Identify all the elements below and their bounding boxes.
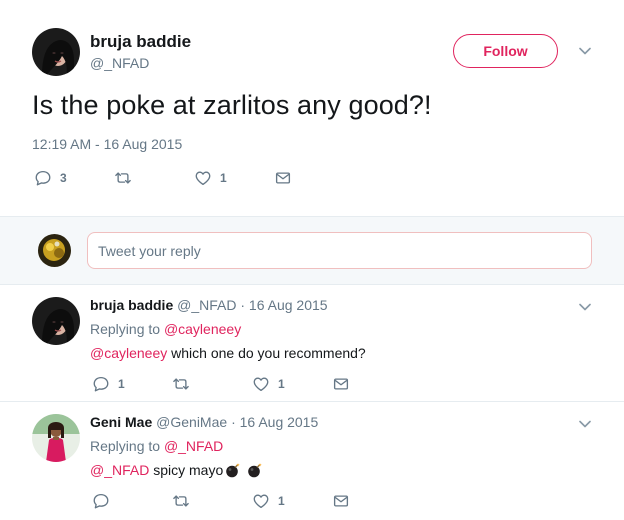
reply-icon	[92, 492, 110, 510]
direct-message-button[interactable]	[274, 169, 292, 187]
like-count: 1	[220, 171, 227, 185]
reply-text: @_NFAD spicy mayo	[90, 462, 263, 478]
avatar[interactable]	[32, 297, 80, 345]
mention-link[interactable]: @_NFAD	[90, 462, 149, 478]
like-button[interactable]: 1	[252, 492, 285, 510]
replying-to-mention[interactable]: @cayleneey	[164, 321, 241, 337]
chevron-down-icon	[579, 47, 591, 55]
heart-icon	[252, 492, 270, 510]
more-options-caret[interactable]	[578, 46, 592, 56]
retweet-button[interactable]	[114, 169, 140, 187]
mail-icon	[332, 375, 350, 393]
more-options-caret[interactable]	[578, 419, 592, 429]
replying-to: Replying to @cayleneey	[90, 321, 241, 337]
reply-button[interactable]: 1	[92, 375, 125, 393]
avatar[interactable]	[32, 414, 80, 462]
like-button[interactable]: 1	[194, 169, 227, 187]
follow-button[interactable]: Follow	[453, 34, 558, 68]
mention-link[interactable]: @cayleneey	[90, 345, 167, 361]
tweet-actions: 3 1	[34, 169, 334, 187]
reply-date[interactable]: 16 Aug 2015	[240, 414, 319, 430]
heart-icon	[194, 169, 212, 187]
bomb-icon	[225, 462, 241, 478]
mail-icon	[274, 169, 292, 187]
chevron-down-icon	[579, 303, 591, 311]
bomb-icon	[247, 462, 263, 478]
tweet-timestamp[interactable]: 12:19 AM - 16 Aug 2015	[32, 136, 182, 152]
like-count: 1	[278, 494, 285, 508]
display-name[interactable]: bruja baddie	[90, 32, 191, 52]
reply-actions: 1 1	[92, 375, 392, 393]
user-handle[interactable]: @_NFAD	[90, 55, 149, 71]
replying-to-label: Replying to	[90, 438, 161, 454]
direct-message-button[interactable]	[332, 375, 350, 393]
reply-header: bruja baddie @_NFAD · 16 Aug 2015	[90, 297, 328, 313]
reply-body: which one do you recommend?	[171, 345, 366, 361]
avatar[interactable]	[32, 28, 80, 76]
replying-to-label: Replying to	[90, 321, 161, 337]
like-button[interactable]: 1	[252, 375, 285, 393]
separator: ·	[231, 414, 236, 430]
retweet-icon	[172, 492, 190, 510]
direct-message-button[interactable]	[332, 492, 350, 510]
reply-actions: 1	[92, 492, 392, 510]
chevron-down-icon	[579, 420, 591, 428]
user-photo	[32, 297, 80, 345]
tweet-text: Is the poke at zarlitos any good?!	[32, 90, 432, 120]
reply-input[interactable]: Tweet your reply	[87, 232, 592, 269]
mail-icon	[332, 492, 350, 510]
current-user-avatar	[38, 234, 71, 267]
user-photo	[32, 28, 80, 76]
reply-header: Geni Mae @GeniMae · 16 Aug 2015	[90, 414, 318, 430]
reply-button[interactable]: 3	[34, 169, 67, 187]
retweet-button[interactable]	[172, 492, 198, 510]
reply-button[interactable]	[92, 492, 118, 510]
user-handle[interactable]: @_NFAD	[177, 297, 236, 313]
reply-icon	[92, 375, 110, 393]
reply-tweet: Geni Mae @GeniMae · 16 Aug 2015 Replying…	[0, 403, 624, 520]
user-handle[interactable]: @GeniMae	[156, 414, 227, 430]
reply-body: spicy mayo	[153, 462, 224, 478]
user-photo	[32, 414, 80, 462]
reply-icon	[34, 169, 52, 187]
like-count: 1	[278, 377, 285, 391]
reply-composer: Tweet your reply	[0, 217, 624, 285]
reply-date[interactable]: 16 Aug 2015	[249, 297, 328, 313]
separator: ·	[240, 297, 246, 313]
main-tweet: bruja baddie @_NFAD Follow Is the poke a…	[0, 0, 624, 216]
reply-text: @cayleneey which one do you recommend?	[90, 345, 366, 361]
replying-to: Replying to @_NFAD	[90, 438, 223, 454]
replying-to-mention[interactable]: @_NFAD	[164, 438, 223, 454]
retweet-icon	[172, 375, 190, 393]
reply-count: 1	[118, 377, 125, 391]
display-name[interactable]: Geni Mae	[90, 414, 152, 430]
display-name[interactable]: bruja baddie	[90, 297, 173, 313]
retweet-icon	[114, 169, 132, 187]
heart-icon	[252, 375, 270, 393]
reply-count: 3	[60, 171, 67, 185]
user-photo	[38, 234, 71, 267]
more-options-caret[interactable]	[578, 302, 592, 312]
reply-tweet: bruja baddie @_NFAD · 16 Aug 2015 Replyi…	[0, 286, 624, 402]
retweet-button[interactable]	[172, 375, 198, 393]
